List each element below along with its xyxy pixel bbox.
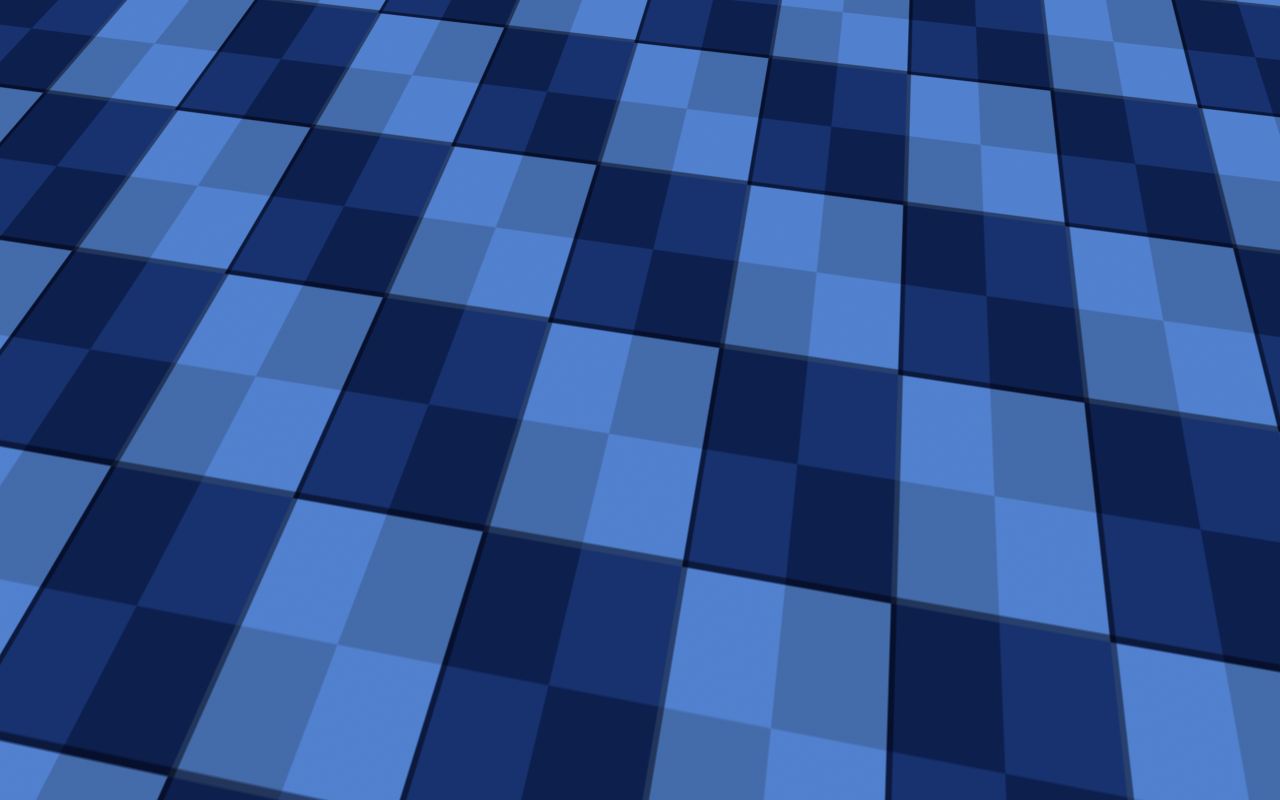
updates-indicator[interactable] xyxy=(1137,3,1165,30)
workspace-label: 1 xyxy=(245,9,253,25)
audio-spectrum-visualizer[interactable] xyxy=(919,4,1031,30)
command-input-value: chromium --password-store=basic www.kali… xyxy=(413,423,713,439)
desktop-icon-label: Floppy Disk xyxy=(25,545,97,560)
clock-label: 5:40 xyxy=(1177,9,1202,24)
application-finder-window: Application Finder × chromium --password… xyxy=(352,372,940,502)
volume-control[interactable] xyxy=(1073,3,1101,30)
floppy-icon xyxy=(39,490,83,538)
panel-separator xyxy=(223,7,224,27)
desktop-icon-label: File System xyxy=(25,215,97,230)
desktop-icon-floppy-disk[interactable]: Floppy Disk xyxy=(14,490,108,560)
desktop-icon-kali-linux[interactable]: Kali Linux a... xyxy=(14,380,108,450)
refresh-icon xyxy=(1141,5,1161,28)
preferences-label: Preferences xyxy=(396,468,466,483)
maximize-button[interactable] xyxy=(893,379,908,394)
power-icon xyxy=(1250,5,1270,28)
close-button[interactable]: × xyxy=(917,379,932,394)
entry-dropdown-arrow-icon[interactable]: ↓ xyxy=(899,423,919,439)
workspace-label: 2 xyxy=(281,9,289,25)
keyboard-indicator[interactable] xyxy=(1041,3,1069,30)
workspace-button-1[interactable]: 1 xyxy=(234,0,264,33)
workspace-button-2[interactable]: 2 xyxy=(270,0,300,33)
command-input[interactable]: chromium --password-store=basic www.kali… xyxy=(403,414,929,448)
drive-icon xyxy=(39,160,83,208)
window-title: Application Finder xyxy=(353,380,939,394)
window-icon xyxy=(44,5,64,28)
terminal-icon xyxy=(181,6,199,28)
workspace-label: 3 xyxy=(317,9,325,25)
panel-separator xyxy=(382,7,383,27)
desktop-icon-label: Trash xyxy=(44,325,77,340)
logout-button[interactable] xyxy=(1246,3,1274,30)
lock-icon xyxy=(1218,5,1238,28)
file-manager-launcher[interactable] xyxy=(74,3,102,30)
trash-icon xyxy=(39,270,83,318)
speaker-icon xyxy=(1077,5,1097,28)
clock[interactable]: 5:40 xyxy=(1169,3,1210,30)
panel-right-cluster: 5:40 xyxy=(919,3,1274,30)
taskbar-application-finder[interactable] xyxy=(393,0,421,33)
minimize-button[interactable] xyxy=(869,379,884,394)
launch-label: Launch xyxy=(874,468,917,483)
workspace-label: 4 xyxy=(353,9,361,25)
terminal-selector[interactable]: ▾ xyxy=(176,4,213,30)
titlebar[interactable]: Application Finder × xyxy=(353,373,939,401)
kali-docs-icon xyxy=(39,380,83,428)
bell-icon xyxy=(1109,5,1129,28)
kali-menu-icon xyxy=(9,4,31,29)
launch-button[interactable]: Launch xyxy=(841,462,929,488)
document-icon xyxy=(112,5,132,28)
text-editor-launcher[interactable] xyxy=(108,3,136,30)
notifications-indicator[interactable] xyxy=(1105,3,1133,30)
desktop-icon-label: Kali Linux a... xyxy=(19,435,103,450)
top-panel: ▾ 1 2 3 4 xyxy=(0,0,1280,33)
chevron-down-icon: ▾ xyxy=(202,10,208,23)
magnifier-icon xyxy=(365,416,392,447)
screen-lock-button[interactable] xyxy=(1214,3,1242,30)
desktop-icon-column: Home File System Trash xyxy=(14,50,108,560)
close-icon: × xyxy=(921,381,928,393)
desktop-icon-file-system[interactable]: File System xyxy=(14,160,108,230)
window-controls: × xyxy=(869,379,932,394)
search-icon xyxy=(397,5,417,28)
workspace-button-3[interactable]: 3 xyxy=(306,0,336,33)
keyboard-icon xyxy=(1045,5,1065,28)
search-row: chromium --password-store=basic www.kali… xyxy=(353,401,939,458)
dialog-buttons: Preferences Launch xyxy=(353,458,939,501)
folder-icon xyxy=(78,5,98,28)
desktop-icon-home[interactable]: Home xyxy=(14,50,108,120)
desktop-icon-trash[interactable]: Trash xyxy=(14,270,108,340)
appfinder-window-icon xyxy=(360,379,375,394)
home-icon xyxy=(39,50,83,98)
firefox-icon xyxy=(146,5,166,28)
desktop-icon-label: Home xyxy=(43,105,80,120)
workspace-button-4[interactable]: 4 xyxy=(342,0,372,33)
gear-icon xyxy=(375,466,390,484)
text-caret xyxy=(714,424,715,439)
applications-menu-button[interactable] xyxy=(6,3,34,30)
launch-icon xyxy=(853,466,868,484)
window-app-launcher[interactable] xyxy=(40,3,68,30)
preferences-button[interactable]: Preferences xyxy=(363,462,478,488)
firefox-launcher[interactable] xyxy=(142,3,170,30)
